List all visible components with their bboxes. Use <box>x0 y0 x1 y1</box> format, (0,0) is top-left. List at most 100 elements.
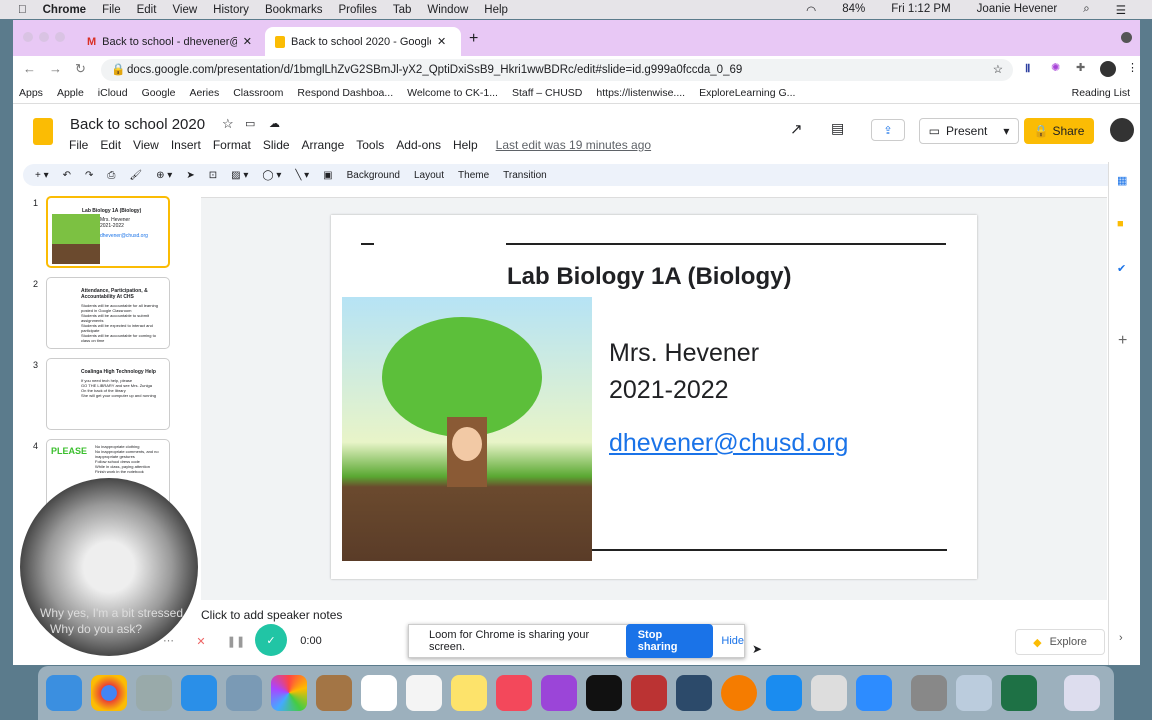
photo-booth-icon[interactable] <box>631 675 667 711</box>
comment-icon[interactable]: ▣ <box>323 170 332 181</box>
menu-tools[interactable]: Tools <box>356 138 384 152</box>
loom-camera-bubble[interactable]: Why yes, I'm a bit stressed Why do you a… <box>20 478 198 656</box>
comments-icon[interactable]: ▤ <box>831 120 844 137</box>
preview-icon[interactable] <box>226 675 262 711</box>
share-button[interactable]: 🔒 Share <box>1024 118 1094 144</box>
new-tab-icon[interactable]: + <box>469 30 478 48</box>
menu-edit[interactable]: Edit <box>100 138 121 152</box>
print-icon[interactable]: ⎙ <box>107 170 115 181</box>
explore-button[interactable]: ◆ Explore <box>1015 629 1105 655</box>
hide-button[interactable]: Hide <box>721 635 744 647</box>
bookmark-aeries[interactable]: Aeries <box>189 87 219 99</box>
move-folder-icon[interactable]: ▭ <box>245 117 255 130</box>
keep-icon[interactable]: ■ <box>1117 218 1124 230</box>
menu-file[interactable]: File <box>69 138 88 152</box>
mission-control-icon[interactable] <box>676 675 712 711</box>
trash-icon[interactable] <box>1064 675 1100 711</box>
chrome-icon[interactable] <box>91 675 127 711</box>
doc-title[interactable]: Back to school 2020 <box>70 116 205 133</box>
profile-menu-icon[interactable] <box>1121 32 1132 43</box>
speaker-notes-placeholder[interactable]: Click to add speaker notes <box>201 608 342 622</box>
last-edit-link[interactable]: Last edit was 19 minutes ago <box>496 138 651 152</box>
apple-tv-icon[interactable] <box>586 675 622 711</box>
slide-thumbnail-3[interactable]: Coalinga High Technology Help If you nee… <box>46 358 170 430</box>
launchpad-icon[interactable] <box>136 675 172 711</box>
extensions-puzzle-icon[interactable]: ✚ <box>1076 61 1085 74</box>
stop-sharing-button[interactable]: Stop sharing <box>625 624 714 658</box>
bookmark-explorelearning[interactable]: ExploreLearning G... <box>699 87 795 99</box>
menu-help[interactable]: Help <box>453 138 478 152</box>
activity-icon[interactable]: ↗ <box>790 120 803 138</box>
image-icon[interactable]: ▨ ▾ <box>231 170 248 181</box>
expand-panel-icon[interactable]: › <box>1119 632 1123 644</box>
transition-button[interactable]: Transition <box>503 170 547 181</box>
menu-profiles[interactable]: Profiles <box>338 4 376 16</box>
reminders-icon[interactable] <box>406 675 442 711</box>
bookmark-respond[interactable]: Respond Dashboa... <box>297 87 393 99</box>
menu-file[interactable]: File <box>102 4 121 16</box>
calendar-icon[interactable]: ▦ <box>1117 174 1127 187</box>
menu-edit[interactable]: Edit <box>137 4 157 16</box>
bookmark-apps[interactable]: Apps <box>19 87 43 99</box>
menu-insert[interactable]: Insert <box>171 138 201 152</box>
menu-view[interactable]: View <box>133 138 159 152</box>
slides-logo[interactable] <box>33 118 53 145</box>
new-slide-icon[interactable]: + ▾ <box>35 170 49 181</box>
paint-format-icon[interactable]: 🖌 <box>129 170 142 181</box>
tasks-icon[interactable]: ✔ <box>1117 262 1126 275</box>
background-button[interactable]: Background <box>347 170 400 181</box>
bookmark-classroom[interactable]: Classroom <box>233 87 283 99</box>
control-center-icon[interactable]: ☰ <box>1116 3 1126 17</box>
google-drive-icon[interactable] <box>811 675 847 711</box>
slide-title[interactable]: Lab Biology 1A (Biology) <box>507 263 791 291</box>
present-button[interactable]: ▭ Present ▾ <box>919 118 1019 144</box>
menu-format[interactable]: Format <box>213 138 251 152</box>
loom-finish-button[interactable]: ✓ <box>255 624 287 656</box>
bookmark-icloud[interactable]: iCloud <box>98 87 128 99</box>
cloud-status-icon[interactable]: ☁ <box>269 117 280 130</box>
excel-icon[interactable] <box>1001 675 1037 711</box>
address-bar[interactable]: 🔒 docs.google.com/presentation/d/1bmglLhZ… <box>101 59 1013 81</box>
app-store-icon[interactable] <box>766 675 802 711</box>
star-icon[interactable]: ☆ <box>222 116 234 132</box>
bookmark-listenwise[interactable]: https://listenwise.... <box>596 87 685 99</box>
reading-list[interactable]: Reading List <box>1072 87 1130 99</box>
window-controls[interactable] <box>23 32 65 42</box>
redo-icon[interactable]: ↷ <box>85 170 93 181</box>
theme-button[interactable]: Theme <box>458 170 489 181</box>
bookmark-apple[interactable]: Apple <box>57 87 84 99</box>
add-addon-icon[interactable]: + <box>1118 332 1127 350</box>
podcasts-icon[interactable] <box>541 675 577 711</box>
meet-present-button[interactable]: ⇪ <box>871 119 905 141</box>
bookmark-google[interactable]: Google <box>142 87 176 99</box>
bookmark-staff[interactable]: Staff – CHUSD <box>512 87 582 99</box>
tab-gmail[interactable]: M Back to school - dhevener@ch ✕ <box>77 27 262 56</box>
music-icon[interactable] <box>496 675 532 711</box>
close-icon[interactable]: ✕ <box>243 35 252 48</box>
bookmark-star-icon[interactable]: ☆ <box>993 59 1003 81</box>
wifi-icon[interactable]: ◠ <box>806 3 816 17</box>
tree-illustration[interactable] <box>342 297 592 561</box>
textbox-icon[interactable]: ⊡ <box>209 170 217 181</box>
slide-body[interactable]: Mrs. Hevener 2021-2022 dhevener@chusd.or… <box>609 335 848 462</box>
finder-icon[interactable] <box>46 675 82 711</box>
zoom-icon[interactable]: ⊕ ▾ <box>156 170 172 181</box>
zoom-icon[interactable] <box>856 675 892 711</box>
extension-icon[interactable]: Ⅱ <box>1025 62 1030 75</box>
back-icon[interactable]: ← <box>23 61 36 76</box>
system-preferences-icon[interactable] <box>911 675 947 711</box>
photos-icon[interactable] <box>271 675 307 711</box>
clock[interactable]: Fri 1:12 PM <box>891 3 950 17</box>
close-icon[interactable]: ✕ <box>437 35 446 48</box>
contacts-icon[interactable] <box>316 675 352 711</box>
profile-avatar[interactable] <box>1100 61 1116 77</box>
app-icon[interactable] <box>721 675 757 711</box>
menu-chrome[interactable]: Chrome <box>43 4 86 16</box>
calendar-icon[interactable] <box>361 675 397 711</box>
slide[interactable]: Lab Biology 1A (Biology) Mrs. Hevener 20… <box>331 215 977 579</box>
account-avatar[interactable] <box>1110 118 1134 142</box>
apple-icon[interactable]:  <box>18 4 27 16</box>
notes-icon[interactable] <box>451 675 487 711</box>
more-icon[interactable]: ⋮ <box>1127 61 1138 74</box>
undo-icon[interactable]: ↶ <box>63 170 71 181</box>
